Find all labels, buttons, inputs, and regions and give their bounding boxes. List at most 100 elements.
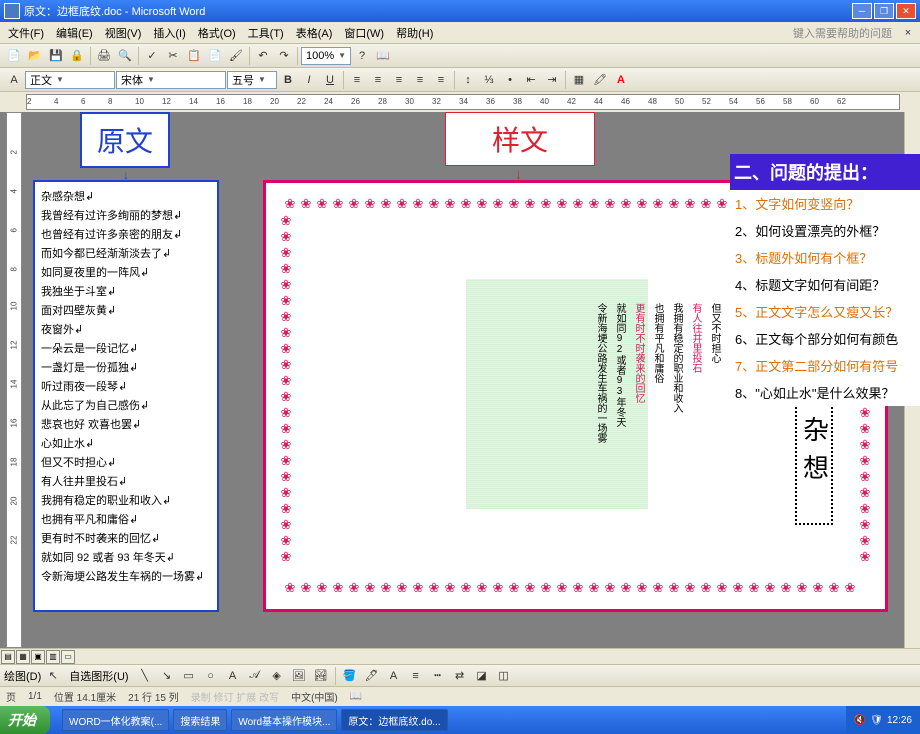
read-button[interactable]: 📖 bbox=[373, 46, 393, 66]
web-view-button[interactable]: ▦ bbox=[16, 650, 30, 664]
help-dropdown[interactable]: × bbox=[898, 23, 918, 43]
save-button[interactable]: 💾 bbox=[46, 46, 66, 66]
underline-button[interactable]: U bbox=[320, 70, 340, 90]
menu-view[interactable]: 视图(V) bbox=[99, 22, 148, 44]
preview-button[interactable]: 🔍 bbox=[115, 46, 135, 66]
align-center-button[interactable]: ≡ bbox=[368, 70, 388, 90]
paste-button[interactable]: 📄 bbox=[205, 46, 225, 66]
justify-button[interactable]: ≡ bbox=[410, 70, 430, 90]
text-line[interactable]: 而如今都已经渐渐淡去了↲ bbox=[41, 245, 211, 264]
help-hint[interactable]: 键入需要帮助的问题 bbox=[793, 25, 898, 41]
task-item[interactable]: WORD一体化教案(... bbox=[62, 709, 169, 731]
print-button[interactable]: 🖨 bbox=[94, 46, 114, 66]
menu-help[interactable]: 帮助(H) bbox=[390, 22, 439, 44]
text-line[interactable]: 也曾经有过许多亲密的朋友↲ bbox=[41, 226, 211, 245]
vertical-column[interactable]: 也拥有平凡和庸俗 bbox=[650, 303, 664, 443]
diagram-button[interactable]: ◈ bbox=[267, 666, 287, 686]
menu-format[interactable]: 格式(O) bbox=[192, 22, 242, 44]
menu-window[interactable]: 窗口(W) bbox=[338, 22, 390, 44]
borders-button[interactable]: ▦ bbox=[569, 70, 589, 90]
line-button[interactable]: ╲ bbox=[135, 666, 155, 686]
text-line[interactable]: 也拥有平凡和庸俗↲ bbox=[41, 511, 211, 530]
wordart-button[interactable]: 𝒜 bbox=[245, 666, 265, 686]
size-combo[interactable]: 五号▼ bbox=[227, 71, 277, 89]
reading-view-button[interactable]: ▭ bbox=[61, 650, 75, 664]
menu-tools[interactable]: 工具(T) bbox=[242, 22, 290, 44]
inc-indent-button[interactable]: ⇥ bbox=[542, 70, 562, 90]
drawing-label[interactable]: 绘图(D) bbox=[4, 668, 41, 684]
distribute-button[interactable]: ≡ bbox=[431, 70, 451, 90]
font-color-button[interactable]: A bbox=[611, 70, 631, 90]
shadow-button[interactable]: ◪ bbox=[472, 666, 492, 686]
vertical-column[interactable]: 更有时不时袭来的回忆 bbox=[631, 303, 645, 443]
line-style-button[interactable]: ≡ bbox=[406, 666, 426, 686]
text-line[interactable]: 杂感杂想↲ bbox=[41, 188, 211, 207]
text-line[interactable]: 令新海埂公路发生车祸的一场雾↲ bbox=[41, 568, 211, 587]
zoom-combo[interactable]: 100%▼ bbox=[301, 47, 351, 65]
bold-button[interactable]: B bbox=[278, 70, 298, 90]
autoshape-button[interactable]: 自选图形(U) bbox=[65, 668, 132, 684]
textbox-button[interactable]: A bbox=[223, 666, 243, 686]
normal-view-button[interactable]: ▤ bbox=[1, 650, 15, 664]
oval-button[interactable]: ○ bbox=[201, 666, 221, 686]
arrow-style-button[interactable]: ⇄ bbox=[450, 666, 470, 686]
cut-button[interactable]: ✂ bbox=[163, 46, 183, 66]
open-button[interactable]: 📂 bbox=[25, 46, 45, 66]
italic-button[interactable]: I bbox=[299, 70, 319, 90]
vertical-column[interactable]: 就如同92或者93年冬天 bbox=[612, 303, 626, 443]
line-color-button[interactable]: 🖊 bbox=[362, 666, 382, 686]
text-line[interactable]: 如同夏夜里的一阵风↲ bbox=[41, 264, 211, 283]
arrow-button[interactable]: ↘ bbox=[157, 666, 177, 686]
print-view-button[interactable]: ▣ bbox=[31, 650, 45, 664]
start-button[interactable]: 开始 bbox=[0, 706, 50, 734]
text-line[interactable]: 有人往井里投石↲ bbox=[41, 473, 211, 492]
text-line[interactable]: 更有时不时袭来的回忆↲ bbox=[41, 530, 211, 549]
text-line[interactable]: 我曾经有过许多绚丽的梦想↲ bbox=[41, 207, 211, 226]
vertical-column[interactable]: 令新海埂公路发生车祸的一场雾 bbox=[593, 303, 607, 443]
dec-indent-button[interactable]: ⇤ bbox=[521, 70, 541, 90]
fill-color-button[interactable]: 🪣 bbox=[340, 666, 360, 686]
minimize-button[interactable]: ─ bbox=[852, 3, 872, 19]
bullets-button[interactable]: • bbox=[500, 70, 520, 90]
dash-style-button[interactable]: ┅ bbox=[428, 666, 448, 686]
clipart-button[interactable]: 🖼 bbox=[289, 666, 309, 686]
task-item[interactable]: 搜索结果 bbox=[173, 709, 227, 731]
redo-button[interactable]: ↷ bbox=[274, 46, 294, 66]
close-button[interactable]: ✕ bbox=[896, 3, 916, 19]
vertical-column[interactable]: 有人往井里投石 bbox=[688, 303, 702, 443]
format-painter-button[interactable]: 🖌 bbox=[226, 46, 246, 66]
tray-icon[interactable]: 🛡 bbox=[870, 715, 883, 726]
help-button[interactable]: ? bbox=[352, 46, 372, 66]
menu-insert[interactable]: 插入(I) bbox=[147, 22, 191, 44]
text-line[interactable]: 我拥有稳定的职业和收入↲ bbox=[41, 492, 211, 511]
undo-button[interactable]: ↶ bbox=[253, 46, 273, 66]
horizontal-scrollbar[interactable] bbox=[75, 650, 920, 664]
menu-table[interactable]: 表格(A) bbox=[290, 22, 339, 44]
style-combo[interactable]: 正文▼ bbox=[25, 71, 115, 89]
text-line[interactable]: 我独坐于斗室↲ bbox=[41, 283, 211, 302]
task-item-active[interactable]: 原文：边框底纹.do... bbox=[341, 709, 447, 731]
menu-file[interactable]: 文件(F) bbox=[2, 22, 50, 44]
task-item[interactable]: Word基本操作模块... bbox=[231, 709, 337, 731]
permissions-button[interactable]: 🔒 bbox=[67, 46, 87, 66]
numbering-button[interactable]: ⅓ bbox=[479, 70, 499, 90]
picture-button[interactable]: 🏞 bbox=[311, 666, 331, 686]
font-combo[interactable]: 宋体▼ bbox=[116, 71, 226, 89]
align-left-button[interactable]: ≡ bbox=[347, 70, 367, 90]
ruler-horizontal[interactable]: 2468101214161820222426283032343638404244… bbox=[26, 94, 900, 110]
vertical-column[interactable]: 我拥有稳定的职业和收入 bbox=[669, 303, 683, 443]
tray-icon[interactable]: 🔇 bbox=[854, 715, 866, 726]
styles-button[interactable]: A bbox=[4, 70, 24, 90]
text-line[interactable]: 但又不时担心↲ bbox=[41, 454, 211, 473]
select-button[interactable]: ↖ bbox=[43, 666, 63, 686]
vertical-text[interactable]: 如同夏夜里的一阵风我独坐于斗室面对四壁灰黄一朵云是一段记忆一盏灯是一份孤独从此忘… bbox=[0, 303, 835, 443]
system-tray[interactable]: 🔇 🛡 12:26 bbox=[846, 706, 920, 734]
menu-edit[interactable]: 编辑(E) bbox=[50, 22, 99, 44]
new-doc-button[interactable]: 📄 bbox=[4, 46, 24, 66]
spell-button[interactable]: ✓ bbox=[142, 46, 162, 66]
maximize-button[interactable]: ❐ bbox=[874, 3, 894, 19]
outline-view-button[interactable]: ▥ bbox=[46, 650, 60, 664]
align-right-button[interactable]: ≡ bbox=[389, 70, 409, 90]
text-line[interactable]: 就如同 92 或者 93 年冬天↲ bbox=[41, 549, 211, 568]
vertical-column[interactable]: 但又不时担心 bbox=[707, 303, 721, 443]
